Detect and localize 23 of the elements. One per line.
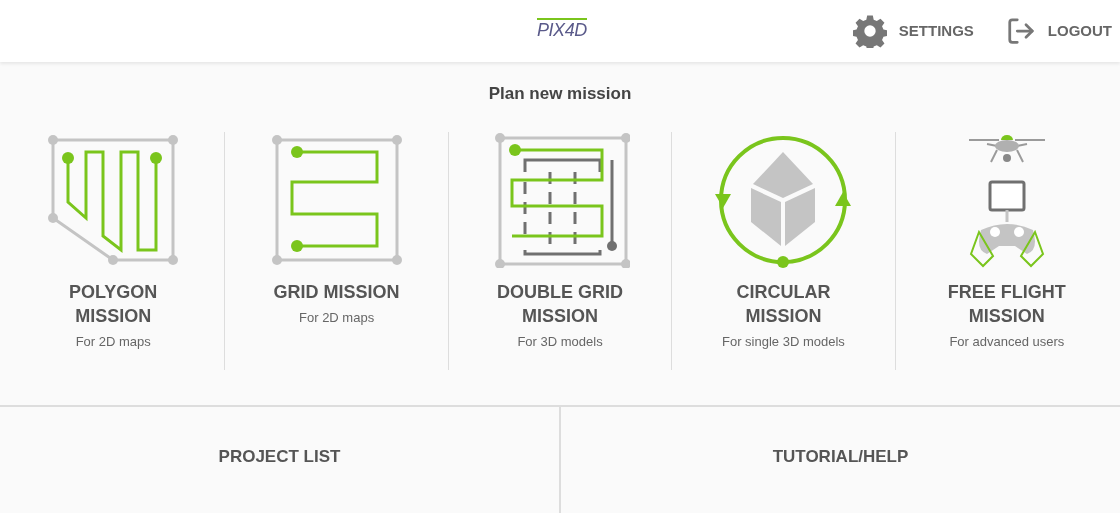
mission-option[interactable]: CIRCULAR MISSION For single 3D models (672, 131, 895, 370)
mission-option[interactable]: POLYGON MISSION For 2D maps (2, 131, 225, 370)
mission-title: CIRCULAR MISSION (735, 280, 832, 328)
section-title: Plan new mission (488, 83, 632, 105)
mission-subtitle: For advanced users (949, 332, 1065, 351)
menu-button[interactable]: TUTORIAL/HELP (561, 407, 1120, 513)
mission-subtitle: For 3D models (517, 332, 603, 351)
mission-option[interactable]: FREE FLIGHT MISSION For advanced users (895, 131, 1119, 370)
logo: PIX4D (537, 18, 587, 40)
mission-title: FREE FLIGHT MISSION (946, 280, 1067, 328)
mission-title: GRID MISSION (272, 280, 401, 304)
mission-subtitle: For 2D maps (299, 308, 375, 327)
logout-button[interactable]: LOGOUT (1005, 16, 1112, 46)
mission-subtitle: For 2D maps (75, 332, 151, 351)
mission-option[interactable]: GRID MISSION For 2D maps (225, 131, 448, 370)
settings-button[interactable]: SETTINGS (852, 14, 974, 48)
settings-icon (852, 14, 887, 48)
logout-icon (1005, 16, 1036, 46)
menu-button[interactable]: PROJECT LIST (0, 407, 559, 513)
mission-option[interactable]: DOUBLE GRID MISSION For 3D models (448, 131, 672, 370)
mission-title: POLYGON MISSION (68, 280, 159, 328)
mission-title: DOUBLE GRID MISSION (496, 280, 624, 328)
mission-subtitle: For single 3D models (722, 332, 845, 351)
